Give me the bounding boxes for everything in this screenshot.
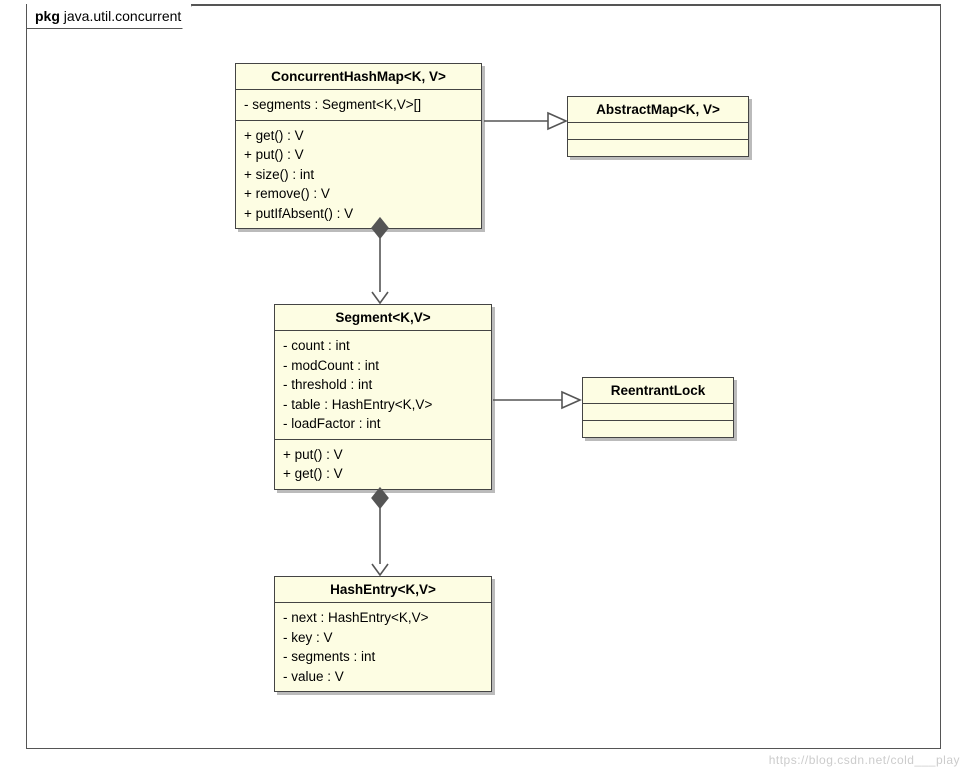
op: + put() : V	[283, 445, 483, 465]
op: + putIfAbsent() : V	[244, 204, 473, 224]
class-abstractmap: AbstractMap<K, V>	[567, 96, 749, 157]
class-title: ConcurrentHashMap<K, V>	[236, 64, 481, 90]
class-concurrenthashmap: ConcurrentHashMap<K, V> - segments : Seg…	[235, 63, 482, 229]
attr: - modCount : int	[283, 356, 483, 376]
attr: - table : HashEntry<K,V>	[283, 395, 483, 415]
attr: - loadFactor : int	[283, 414, 483, 434]
attr: - threshold : int	[283, 375, 483, 395]
class-hashentry: HashEntry<K,V> - next : HashEntry<K,V> -…	[274, 576, 492, 692]
watermark: https://blog.csdn.net/cold___play	[769, 753, 960, 767]
op: + put() : V	[244, 145, 473, 165]
class-reentrantlock: ReentrantLock	[582, 377, 734, 438]
attrs-section	[583, 404, 733, 421]
attr: - key : V	[283, 628, 483, 648]
attr: - segments : int	[283, 647, 483, 667]
attr: - count : int	[283, 336, 483, 356]
attrs-section	[568, 123, 748, 140]
package-tab: pkg java.util.concurrent	[26, 4, 192, 29]
attrs-section: - next : HashEntry<K,V> - key : V - segm…	[275, 603, 491, 691]
ops-section	[583, 421, 733, 437]
class-segment: Segment<K,V> - count : int - modCount : …	[274, 304, 492, 490]
attr: - next : HashEntry<K,V>	[283, 608, 483, 628]
class-title: HashEntry<K,V>	[275, 577, 491, 603]
pkg-prefix: pkg	[35, 8, 60, 24]
ops-section: + get() : V + put() : V + size() : int +…	[236, 121, 481, 229]
ops-section	[568, 140, 748, 156]
class-title: AbstractMap<K, V>	[568, 97, 748, 123]
attr: - segments : Segment<K,V>[]	[244, 95, 473, 115]
class-title: Segment<K,V>	[275, 305, 491, 331]
attr: - value : V	[283, 667, 483, 687]
pkg-name: java.util.concurrent	[64, 8, 182, 24]
op: + remove() : V	[244, 184, 473, 204]
attrs-section: - count : int - modCount : int - thresho…	[275, 331, 491, 440]
attrs-section: - segments : Segment<K,V>[]	[236, 90, 481, 121]
ops-section: + put() : V + get() : V	[275, 440, 491, 489]
class-title: ReentrantLock	[583, 378, 733, 404]
op: + get() : V	[244, 126, 473, 146]
op: + get() : V	[283, 464, 483, 484]
op: + size() : int	[244, 165, 473, 185]
